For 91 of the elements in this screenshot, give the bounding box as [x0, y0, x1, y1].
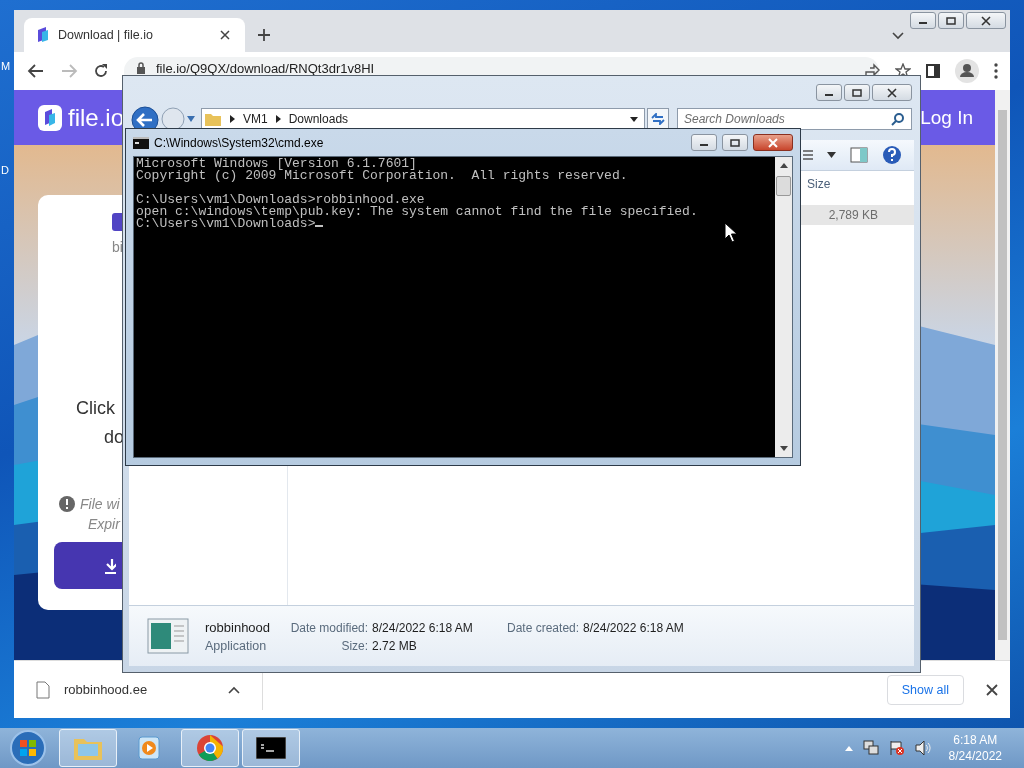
start-button[interactable]: [8, 728, 48, 768]
maximize-icon: [729, 138, 741, 147]
preview-pane-icon[interactable]: [850, 147, 868, 163]
close-button[interactable]: [966, 12, 1006, 29]
field-label: Size:: [340, 638, 369, 653]
menu-icon[interactable]: [994, 63, 998, 79]
minimize-button[interactable]: [816, 84, 842, 101]
profile-avatar-icon[interactable]: [955, 59, 979, 83]
download-prompt: Click: [76, 398, 115, 419]
file-logo-icon: [38, 104, 62, 131]
scrollbar[interactable]: [995, 90, 1010, 660]
back-icon[interactable]: [27, 63, 45, 79]
breadcrumb-arrow-icon[interactable]: [275, 115, 281, 123]
show-all-button[interactable]: Show all: [886, 674, 964, 705]
chevron-up-icon[interactable]: [228, 685, 240, 694]
scroll-down-icon[interactable]: [779, 446, 788, 451]
console-icon: [256, 737, 286, 759]
site-logo[interactable]: file.io: [68, 103, 125, 132]
address-bar[interactable]: VM1 Downloads: [201, 108, 645, 130]
file-logo-icon: [36, 27, 50, 43]
chevron-down-icon[interactable]: [892, 32, 904, 40]
browser-icon: [196, 734, 224, 762]
new-tab-icon[interactable]: [257, 28, 271, 42]
network-icon[interactable]: [862, 740, 879, 756]
file-name: bi: [112, 239, 123, 255]
breadcrumb-item[interactable]: VM1: [243, 112, 268, 126]
search-icon: [891, 112, 905, 126]
expiry-notice: Expir: [88, 516, 120, 532]
breadcrumb-item[interactable]: Downloads: [288, 112, 349, 126]
console-icon: [133, 136, 149, 149]
console-line: open c:\windows\temp\pub.key: The system cannot find the file specified.: [136, 206, 699, 218]
file-name: robbinhood: [205, 619, 271, 635]
dropdown-icon[interactable]: [630, 116, 638, 122]
close-icon[interactable]: [219, 29, 231, 41]
window-title: C:\Windows\System32\cmd.exe: [154, 135, 324, 150]
field-value: 8/24/2022 6:18 AM: [583, 620, 684, 635]
info-icon: [59, 496, 75, 512]
scrollbar[interactable]: [775, 157, 792, 457]
search-field[interactable]: Search Downloads: [677, 108, 912, 130]
taskbar-button[interactable]: [242, 729, 300, 767]
show-hidden-icons-icon[interactable]: [844, 745, 853, 751]
refresh-button[interactable]: [647, 108, 669, 130]
close-button[interactable]: [753, 134, 793, 151]
console-line: Copyright (c) 2009 Microsoft Corporation. All rights reserved.: [136, 170, 629, 182]
field-value: 2.72 MB: [372, 638, 418, 653]
download-icon: [104, 557, 116, 574]
scroll-up-icon[interactable]: [779, 163, 788, 168]
console-line: C:\Users\vm1\Downloads>: [136, 218, 775, 230]
mouse-pointer-icon: [724, 222, 738, 244]
speaker-icon[interactable]: [914, 740, 931, 756]
field-label: Date modified:: [289, 620, 369, 635]
field-label: Date created:: [506, 620, 580, 635]
file-type: Application: [205, 638, 268, 653]
application-icon: [147, 618, 189, 654]
download-button[interactable]: [54, 542, 122, 589]
field-value: 8/24/2022 6:18 AM: [372, 620, 474, 635]
maximize-button[interactable]: [722, 134, 748, 151]
maximize-icon: [851, 88, 863, 97]
scrollbar-thumb[interactable]: [776, 176, 791, 196]
minimize-button[interactable]: [910, 12, 936, 29]
download-item[interactable]: robbinhood.ee: [64, 682, 214, 697]
address-bar[interactable]: file.io/Q9QX/download/RNQt3dr1v8HI: [124, 57, 879, 75]
close-icon: [767, 137, 779, 148]
file-icon: [36, 680, 50, 699]
login-link[interactable]: Log In: [920, 106, 973, 129]
minimize-button[interactable]: [691, 134, 717, 151]
maximize-button[interactable]: [938, 12, 964, 29]
breadcrumb-arrow-icon[interactable]: [230, 115, 235, 123]
console-line: Microsoft Windows [Version 6.1.7601]: [136, 158, 417, 170]
media-player-icon: [137, 735, 161, 761]
close-button[interactable]: [872, 84, 912, 101]
lock-icon: [136, 62, 146, 74]
close-icon: [886, 87, 898, 98]
dropdown-icon[interactable]: [827, 152, 836, 158]
refresh-icon: [651, 113, 665, 125]
flag-icon[interactable]: [888, 740, 905, 756]
help-icon[interactable]: [882, 145, 902, 165]
side-panel-icon[interactable]: [926, 64, 940, 78]
console-line: C:\Users\vm1\Downloads>robbinhood.exe: [136, 194, 425, 206]
close-icon[interactable]: [986, 683, 998, 696]
maximize-button[interactable]: [844, 84, 870, 101]
expiry-notice: File wi: [80, 496, 120, 512]
desktop-icon-label[interactable]: M: [1, 60, 11, 72]
reload-icon[interactable]: [93, 63, 109, 79]
maximize-icon: [945, 16, 957, 25]
forward-icon[interactable]: [161, 107, 185, 131]
desktop-icon-label[interactable]: D: [1, 164, 9, 176]
back-icon[interactable]: [131, 106, 159, 128]
close-icon: [980, 15, 992, 26]
browser-tab[interactable]: Download | file.io: [24, 18, 245, 52]
view-icon[interactable]: [803, 150, 813, 160]
